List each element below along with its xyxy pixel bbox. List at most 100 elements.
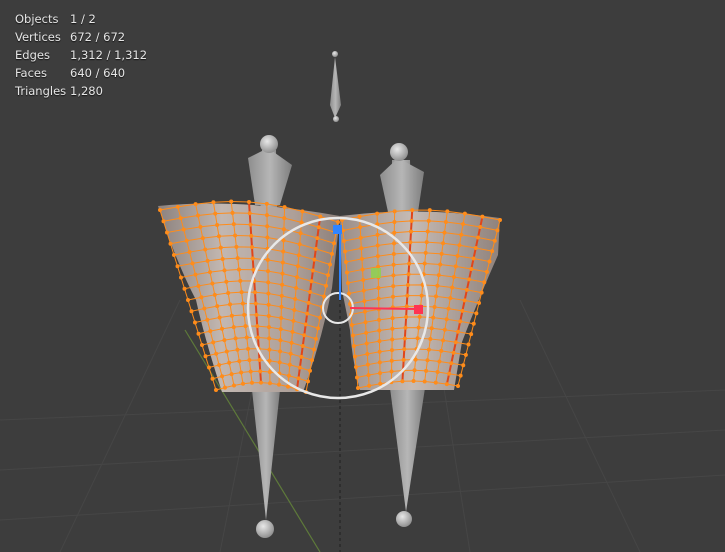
mesh-vertex[interactable] (293, 297, 298, 302)
mesh-vertex[interactable] (286, 373, 291, 378)
mesh-vertex[interactable] (437, 359, 442, 364)
mesh-vertex[interactable] (289, 340, 294, 345)
mesh-vertex[interactable] (230, 210, 235, 215)
mesh-vertex[interactable] (377, 328, 382, 333)
mesh-vertex[interactable] (279, 316, 284, 321)
mesh-vertex[interactable] (453, 340, 458, 345)
mesh-vertex[interactable] (299, 220, 304, 225)
mesh-vertex[interactable] (240, 301, 245, 306)
mesh-vertex[interactable] (193, 272, 198, 277)
mesh-vertex[interactable] (459, 232, 464, 237)
mesh-vertex[interactable] (193, 202, 198, 207)
mesh-vertex[interactable] (428, 336, 433, 341)
mesh-vertex[interactable] (267, 336, 272, 341)
mesh-vertex[interactable] (355, 375, 359, 380)
mesh-vertex[interactable] (480, 214, 485, 219)
mesh-vertex[interactable] (308, 290, 313, 295)
mesh-vertex[interactable] (286, 384, 290, 389)
mesh-vertex[interactable] (424, 240, 429, 245)
mesh-vertex[interactable] (451, 274, 456, 279)
mesh-vertex[interactable] (196, 213, 200, 218)
mesh-vertex[interactable] (200, 343, 204, 347)
mesh-vertex[interactable] (423, 250, 428, 255)
mesh-vertex[interactable] (267, 370, 272, 375)
mesh-vertex[interactable] (431, 315, 436, 320)
mesh-vertex[interactable] (356, 386, 360, 390)
mesh-vertex[interactable] (409, 229, 413, 234)
mesh-vertex[interactable] (175, 264, 180, 269)
mesh-vertex[interactable] (266, 313, 271, 318)
mesh-vertex[interactable] (463, 352, 468, 357)
mesh-vertex[interactable] (231, 222, 236, 227)
mesh-vertex[interactable] (216, 234, 221, 239)
mesh-vertex[interactable] (376, 296, 381, 301)
mesh-vertex[interactable] (479, 290, 484, 295)
mesh-vertex[interactable] (265, 235, 270, 240)
mesh-vertex[interactable] (198, 224, 203, 229)
mesh-vertex[interactable] (279, 304, 284, 309)
mesh-vertex[interactable] (426, 218, 431, 223)
mesh-vertex[interactable] (222, 338, 227, 343)
mesh-vertex[interactable] (391, 262, 396, 267)
mesh-vertex[interactable] (446, 306, 451, 311)
mesh-vertex[interactable] (267, 358, 272, 363)
gizmo-x-axis[interactable] (349, 307, 417, 310)
mesh-vertex[interactable] (344, 260, 348, 264)
mesh-vertex[interactable] (354, 365, 358, 369)
mesh-vertex[interactable] (332, 241, 336, 246)
mesh-vertex[interactable] (346, 281, 350, 285)
mesh-vertex[interactable] (265, 224, 270, 229)
mesh-vertex[interactable] (461, 363, 466, 368)
mesh-vertex[interactable] (305, 311, 310, 316)
mesh-vertex[interactable] (250, 380, 254, 385)
mesh-vertex[interactable] (362, 309, 367, 314)
mesh-vertex[interactable] (213, 211, 218, 216)
mesh-vertex[interactable] (210, 281, 215, 286)
mesh-vertex[interactable] (297, 242, 302, 247)
mesh-vertex[interactable] (231, 325, 236, 330)
mesh-vertex[interactable] (377, 317, 382, 322)
mesh-vertex[interactable] (415, 336, 420, 341)
mesh-vertex[interactable] (416, 325, 421, 330)
mesh-vertex[interactable] (193, 320, 197, 325)
mesh-vertex[interactable] (434, 294, 438, 299)
gizmo-z-handle[interactable] (333, 225, 342, 234)
mesh-vertex[interactable] (362, 299, 367, 304)
mesh-vertex[interactable] (250, 245, 254, 250)
mesh-vertex[interactable] (280, 260, 285, 265)
mesh-vertex[interactable] (296, 253, 301, 258)
mesh-vertex[interactable] (365, 352, 370, 357)
mesh-vertex[interactable] (392, 241, 397, 246)
mesh-vertex[interactable] (288, 351, 293, 356)
mesh-vertex[interactable] (265, 213, 269, 218)
mesh-vertex[interactable] (310, 268, 315, 273)
mesh-vertex[interactable] (241, 381, 245, 386)
mesh-vertex[interactable] (281, 227, 286, 232)
mesh-vertex[interactable] (476, 235, 480, 240)
mesh-vertex[interactable] (291, 318, 296, 323)
mesh-vertex[interactable] (310, 358, 314, 363)
mesh-vertex[interactable] (239, 370, 244, 375)
mesh-vertex[interactable] (376, 286, 381, 291)
mesh-vertex[interactable] (211, 200, 216, 205)
mesh-vertex[interactable] (237, 359, 242, 364)
mesh-vertex[interactable] (361, 278, 366, 283)
mesh-vertex[interactable] (223, 385, 227, 390)
mesh-vertex[interactable] (375, 243, 380, 248)
mesh-vertex[interactable] (200, 236, 205, 241)
mesh-vertex[interactable] (389, 358, 394, 363)
mesh-vertex[interactable] (237, 267, 241, 272)
mesh-vertex[interactable] (280, 282, 285, 287)
mesh-vertex[interactable] (392, 220, 397, 225)
mesh-vertex[interactable] (347, 291, 351, 296)
mesh-vertex[interactable] (247, 358, 252, 363)
mesh-vertex[interactable] (217, 363, 222, 368)
mesh-vertex[interactable] (278, 327, 283, 332)
mesh-vertex[interactable] (313, 246, 318, 251)
mesh-vertex[interactable] (172, 253, 176, 257)
mesh-vertex[interactable] (215, 304, 220, 309)
mesh-vertex[interactable] (367, 383, 372, 388)
mesh-vertex[interactable] (448, 296, 453, 301)
mesh-vertex[interactable] (439, 251, 444, 256)
mesh-vertex[interactable] (175, 204, 180, 209)
